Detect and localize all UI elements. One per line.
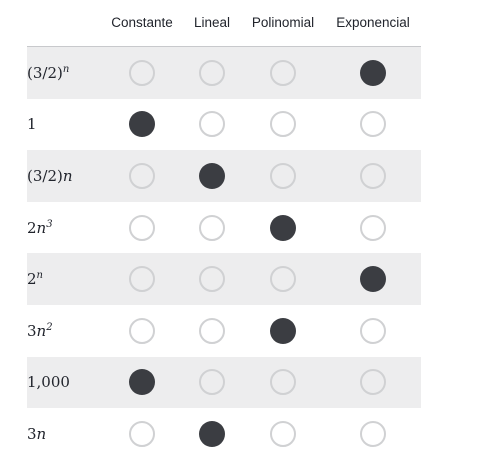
- row-label-exponent: 2: [46, 321, 53, 333]
- radio-polinomial[interactable]: [270, 111, 296, 138]
- table-row: 2n3: [27, 202, 421, 254]
- table-row: 2n: [27, 253, 421, 305]
- radio-lineal[interactable]: [199, 317, 225, 344]
- row-label-variable: n: [36, 321, 47, 340]
- radio-constante[interactable]: [129, 111, 155, 138]
- row-label-variable: n: [36, 424, 47, 443]
- radio-exponencial[interactable]: [360, 266, 386, 293]
- row-label-base: 2: [27, 218, 37, 237]
- radio-constante[interactable]: [129, 214, 155, 241]
- row-label-base: 3: [27, 424, 37, 443]
- column-header-lineal: Lineal: [193, 15, 231, 30]
- table-row: 1: [27, 99, 421, 151]
- table-row: (3/2)n: [27, 47, 421, 99]
- radio-polinomial[interactable]: [270, 214, 296, 241]
- table-row: (3/2)n: [27, 150, 421, 202]
- radio-constante[interactable]: [129, 59, 155, 86]
- row-label-exponent: 3: [46, 218, 53, 230]
- row-label: 2n3: [27, 219, 53, 237]
- radio-lineal[interactable]: [199, 162, 225, 189]
- radio-lineal[interactable]: [199, 111, 225, 138]
- radio-polinomial[interactable]: [270, 317, 296, 344]
- radio-lineal[interactable]: [199, 420, 225, 447]
- row-label: 2n: [27, 270, 43, 288]
- radio-constante[interactable]: [129, 369, 155, 396]
- radio-lineal[interactable]: [199, 59, 225, 86]
- classification-grid: Constante Lineal Polinomial Exponencial …: [27, 0, 421, 460]
- column-header-exponencial: Exponencial: [336, 15, 410, 30]
- radio-exponencial[interactable]: [360, 317, 386, 344]
- radio-lineal[interactable]: [199, 369, 225, 396]
- row-label: 3n: [27, 425, 46, 443]
- row-label: (3/2)n: [27, 167, 73, 185]
- row-label: 1: [27, 115, 37, 133]
- radio-constante[interactable]: [129, 162, 155, 189]
- radio-lineal[interactable]: [199, 214, 225, 241]
- rows-container: (3/2)n 1 (3/2)n 2n3 2n 3n2 1,000 3n: [27, 47, 421, 460]
- radio-polinomial[interactable]: [270, 420, 296, 447]
- radio-exponencial[interactable]: [360, 420, 386, 447]
- radio-constante[interactable]: [129, 420, 155, 447]
- radio-polinomial[interactable]: [270, 266, 296, 293]
- row-label-variable: n: [62, 166, 73, 185]
- radio-polinomial[interactable]: [270, 59, 296, 86]
- column-header-polinomial: Polinomial: [251, 15, 315, 30]
- row-label: (3/2)n: [27, 64, 69, 82]
- radio-constante[interactable]: [129, 266, 155, 293]
- row-label-base: 1,000: [27, 373, 70, 392]
- radio-exponencial[interactable]: [360, 59, 386, 86]
- radio-exponencial[interactable]: [360, 162, 386, 189]
- radio-polinomial[interactable]: [270, 162, 296, 189]
- row-label-base: 3: [27, 321, 37, 340]
- radio-exponencial[interactable]: [360, 369, 386, 396]
- row-label-exponent: n: [36, 270, 43, 282]
- row-label: 3n2: [27, 322, 53, 340]
- row-label-variable: n: [36, 218, 47, 237]
- radio-exponencial[interactable]: [360, 111, 386, 138]
- row-label-base: (3/2): [27, 63, 63, 82]
- table-row: 1,000: [27, 356, 421, 409]
- radio-exponencial[interactable]: [360, 214, 386, 241]
- column-header-row: Constante Lineal Polinomial Exponencial: [27, 0, 421, 47]
- row-label-exponent: n: [62, 63, 70, 75]
- table-row: 3n: [27, 408, 421, 460]
- row-label: 1,000: [27, 373, 70, 391]
- radio-constante[interactable]: [129, 317, 155, 344]
- radio-polinomial[interactable]: [270, 369, 296, 396]
- table-row: 3n2: [27, 305, 421, 357]
- radio-lineal[interactable]: [199, 266, 225, 293]
- column-header-constante: Constante: [111, 15, 173, 30]
- row-label-base: (3/2): [27, 166, 63, 185]
- row-label-base: 1: [27, 115, 37, 134]
- row-label-base: 2: [27, 270, 37, 289]
